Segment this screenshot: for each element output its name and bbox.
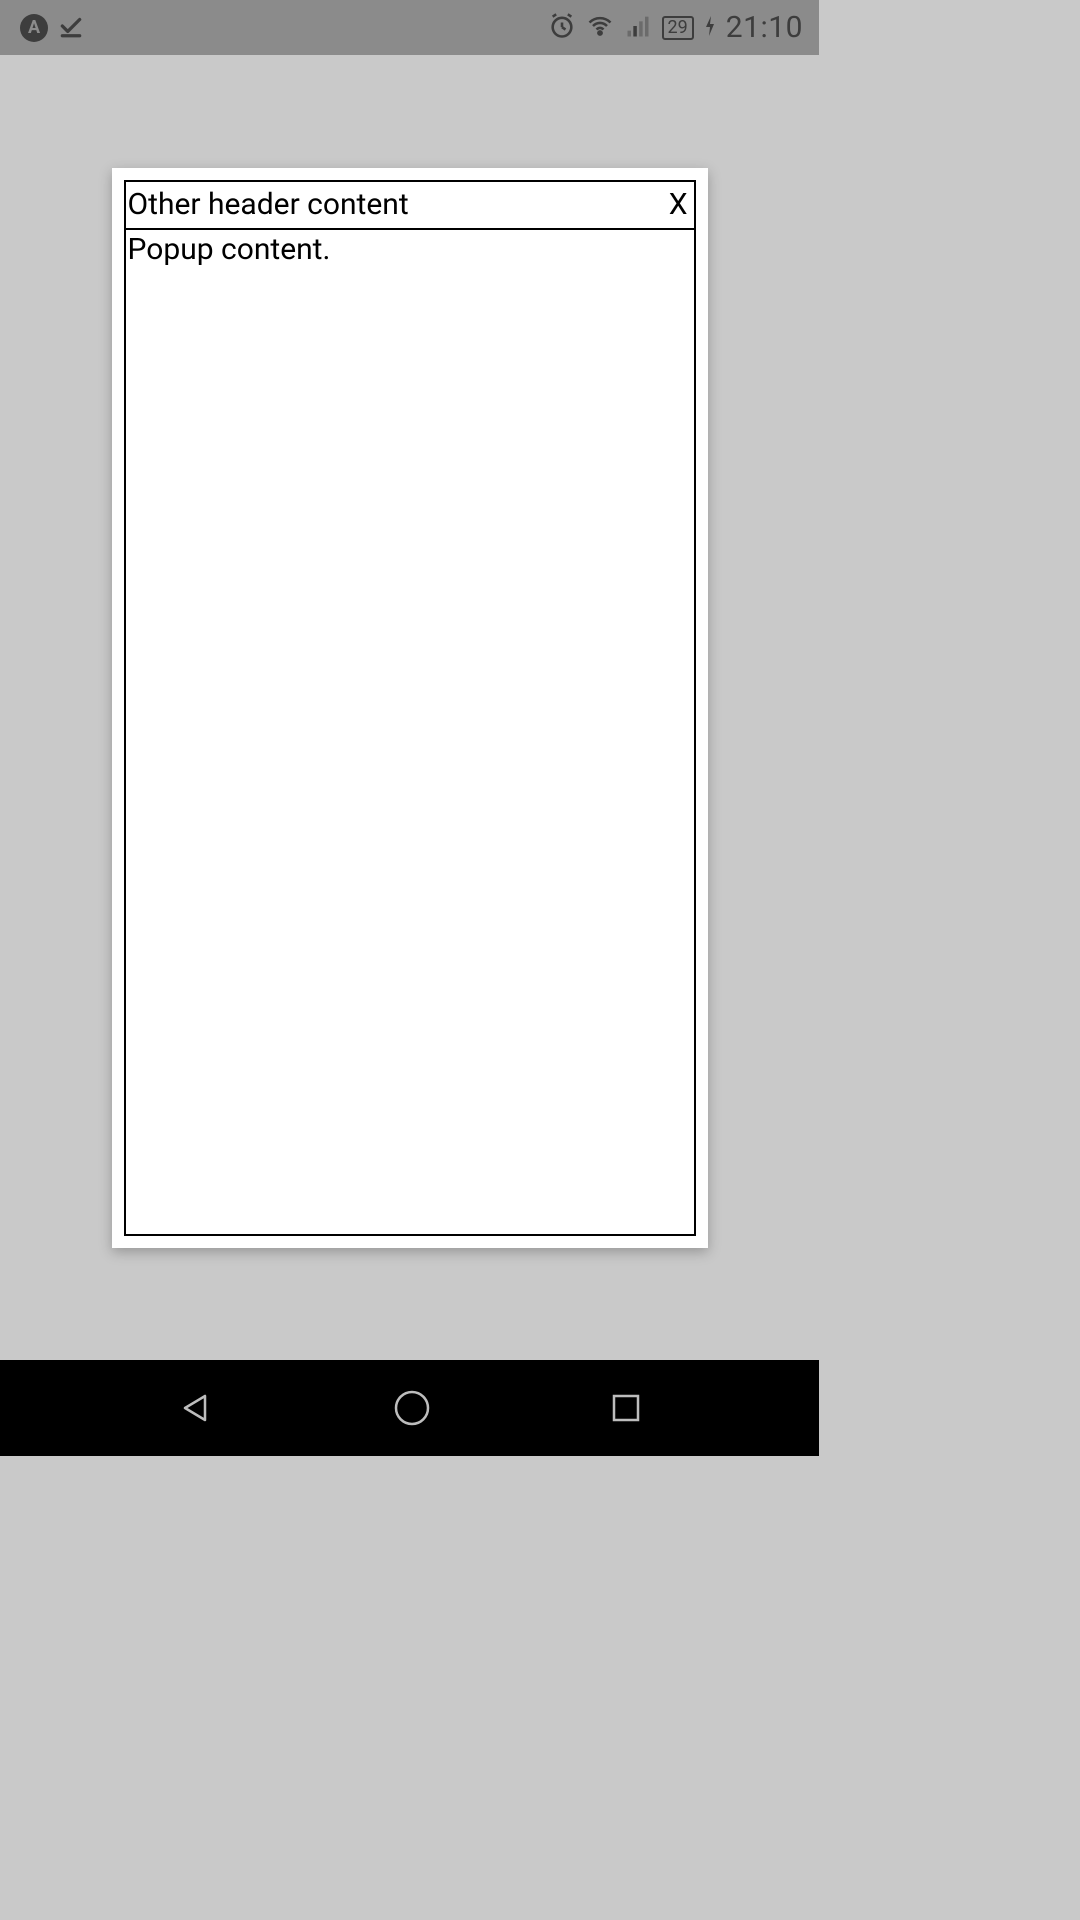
back-button[interactable] [175, 1388, 215, 1428]
charging-icon [704, 13, 716, 43]
home-button[interactable] [391, 1387, 433, 1429]
popup-dialog: Other header content X Popup content. [112, 168, 708, 1248]
close-button[interactable]: X [663, 187, 694, 222]
wifi-icon [586, 12, 614, 44]
alarm-icon [548, 12, 576, 44]
recent-apps-button[interactable] [608, 1390, 644, 1426]
navigation-bar [0, 1360, 819, 1456]
clock-time: 21:10 [726, 10, 803, 45]
status-bar: A [0, 0, 819, 55]
battery-level: 29 [662, 16, 694, 40]
signal-icon [624, 12, 652, 44]
app-icon: A [20, 14, 48, 42]
popup-body: Popup content. [126, 230, 694, 1234]
popup-body-text: Popup content. [128, 232, 331, 267]
download-done-icon [58, 13, 84, 43]
popup-overlay: Other header content X Popup content. [0, 55, 819, 1360]
popup-header: Other header content X [126, 182, 694, 230]
popup-title: Other header content [126, 187, 663, 222]
